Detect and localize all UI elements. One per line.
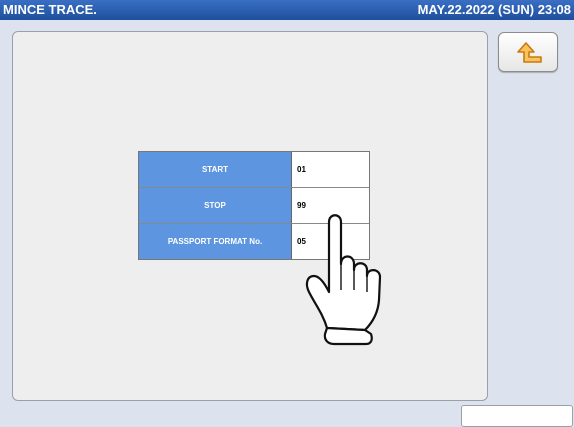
start-value[interactable]: 01: [292, 152, 369, 187]
start-label: START: [139, 152, 292, 187]
start-row[interactable]: START 01: [139, 152, 369, 187]
return-button[interactable]: [498, 32, 558, 72]
return-arrow-icon: [517, 42, 542, 63]
date-time-display: MAY.22.2022 (SUN) 23:08: [417, 2, 571, 17]
title-bar: MINCE TRACE. MAY.22.2022 (SUN) 23:08: [0, 0, 574, 20]
pointing-hand-icon: [305, 214, 382, 346]
stop-label: STOP: [139, 188, 292, 223]
screen-title: MINCE TRACE.: [3, 2, 97, 17]
bottom-status-box: [461, 405, 573, 427]
passport-format-label: PASSPORT FORMAT No.: [139, 224, 292, 259]
